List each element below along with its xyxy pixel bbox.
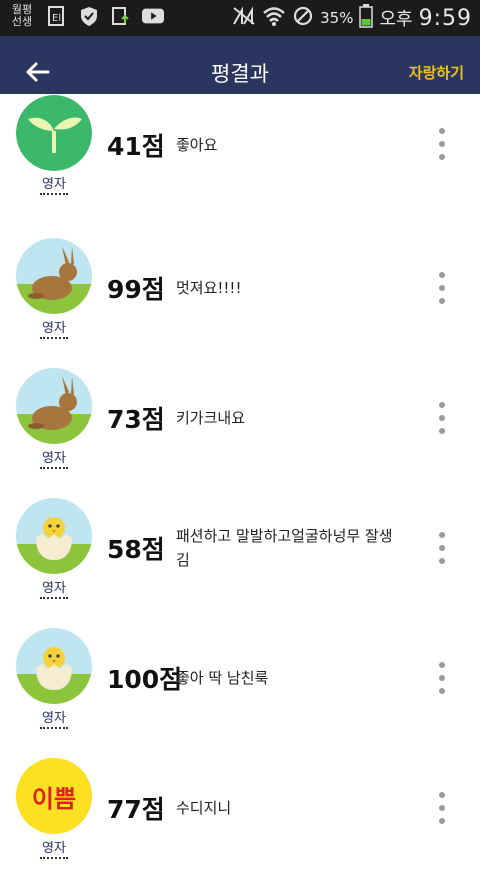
youtube-icon (142, 5, 164, 27)
more-options-icon[interactable] (434, 532, 450, 564)
carrier-label: 월평 선생 (11, 3, 33, 28)
more-options-icon[interactable] (434, 662, 450, 694)
review-item[interactable]: 영자 41점 좋아요 (0, 94, 480, 225)
review-score: 58점 (107, 535, 165, 564)
author-name: 영자 (16, 173, 92, 195)
review-item[interactable]: 이쁨 영자 77점 수디지니 (0, 744, 480, 874)
author-name: 영자 (16, 837, 92, 859)
time-ampm: 오후 (379, 9, 413, 30)
review-comment: 수디지니 (176, 799, 232, 817)
no-sim-icon (232, 5, 256, 31)
keyboard-icon: El (46, 5, 68, 27)
clock-time: 9:59 (418, 5, 472, 31)
svg-text:El: El (52, 13, 61, 24)
review-item[interactable]: 영자 58점 패션하고 말발하고얼굴하넝무 잘생김 (0, 484, 480, 615)
author-name: 영자 (16, 317, 92, 339)
more-options-icon[interactable] (434, 792, 450, 824)
file-upload-icon (110, 5, 132, 27)
review-item[interactable]: 영자 100점 좋아 딱 남친룩 (0, 614, 480, 745)
review-score: 99점 (107, 275, 165, 304)
more-options-icon[interactable] (434, 128, 450, 160)
review-item[interactable]: 영자 73점 키가크내요 (0, 354, 480, 485)
author-name: 영자 (16, 447, 92, 469)
shield-icon (78, 5, 100, 27)
review-score: 77점 (107, 795, 165, 824)
boast-button[interactable]: 자랑하기 (409, 62, 464, 83)
review-score: 73점 (107, 405, 165, 434)
wifi-icon (262, 5, 286, 32)
sprout-avatar-icon (16, 95, 92, 171)
pretty-badge-icon: 이쁨 (16, 758, 92, 834)
review-comment: 패션하고 말발하고얼굴하넝무 잘생김 (176, 527, 393, 569)
rabbit-avatar-icon (16, 238, 92, 314)
more-options-icon[interactable] (434, 272, 450, 304)
chick-avatar-icon (16, 628, 92, 704)
chick-avatar-icon (16, 498, 92, 574)
review-comment: 좋아 딱 남친룩 (176, 669, 269, 687)
author-name: 영자 (16, 707, 92, 729)
review-comment: 좋아요 (176, 136, 218, 154)
rabbit-avatar-icon (16, 368, 92, 444)
status-bar: 월평 선생 El 35% 오후 9:59 (0, 0, 480, 36)
author-name: 영자 (16, 577, 92, 599)
review-score: 100점 (107, 665, 183, 694)
review-score: 41점 (107, 132, 165, 161)
review-item[interactable]: 영자 99점 멋져요!!!! (0, 224, 480, 355)
battery-percent: 35% (320, 9, 354, 27)
do-not-disturb-icon (292, 5, 314, 32)
more-options-icon[interactable] (434, 402, 450, 434)
review-comment: 키가크내요 (176, 409, 246, 427)
review-comment: 멋져요!!!! (176, 279, 242, 297)
battery-icon (359, 3, 374, 33)
badge-text: 이쁨 (31, 784, 77, 813)
